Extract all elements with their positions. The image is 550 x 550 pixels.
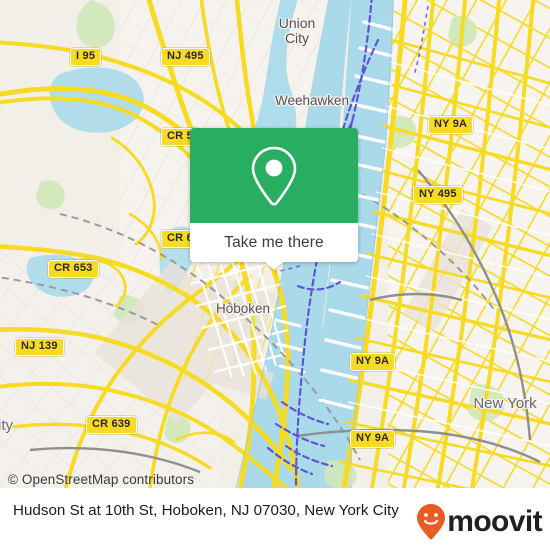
take-me-there-label: Take me there: [224, 233, 324, 251]
footer-bar: Hudson St at 10th St, Hoboken, NJ 07030,…: [0, 488, 550, 550]
shield-ny-9a-upper: NY 9A: [428, 116, 474, 134]
location-popup-card[interactable]: Take me there: [190, 128, 358, 270]
shield-ny-9a-mid: NY 9A: [350, 353, 396, 371]
address-text: Hudson St at 10th St, Hoboken, NJ 07030,…: [13, 502, 399, 519]
moovit-smiley-pin-icon: [416, 503, 446, 541]
shield-nj-495: NJ 495: [161, 48, 210, 66]
moovit-logo[interactable]: moovit: [416, 503, 543, 541]
shield-cr-639: CR 639: [86, 416, 137, 434]
screenshot-root: Union City Weehawken Hoboken New York it…: [0, 0, 550, 550]
shield-nj-139: NJ 139: [15, 338, 64, 356]
shield-cr-653: CR 653: [48, 260, 99, 278]
take-me-there-button[interactable]: Take me there: [190, 223, 358, 262]
map-canvas[interactable]: Union City Weehawken Hoboken New York it…: [0, 0, 550, 488]
shield-ny-495: NY 495: [413, 186, 463, 204]
shield-ny-9a-lower: NY 9A: [350, 430, 396, 448]
moovit-wordmark: moovit: [447, 505, 542, 538]
map-pin-icon: [249, 145, 299, 207]
popup-pointer: [265, 262, 283, 270]
shield-i-95: I 95: [70, 48, 102, 66]
popup-header: [190, 128, 358, 223]
osm-attribution[interactable]: © OpenStreetMap contributors: [8, 472, 194, 487]
